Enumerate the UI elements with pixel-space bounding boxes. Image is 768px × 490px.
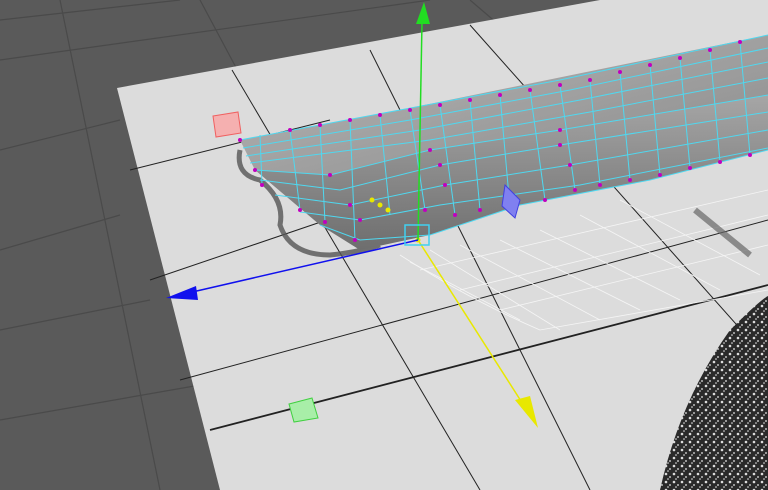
- 3d-viewport[interactable]: [0, 0, 768, 490]
- y-axis-arrow-icon[interactable]: [416, 2, 430, 24]
- viewport-canvas[interactable]: [0, 0, 768, 490]
- xy-plane-handle[interactable]: [212, 111, 242, 138]
